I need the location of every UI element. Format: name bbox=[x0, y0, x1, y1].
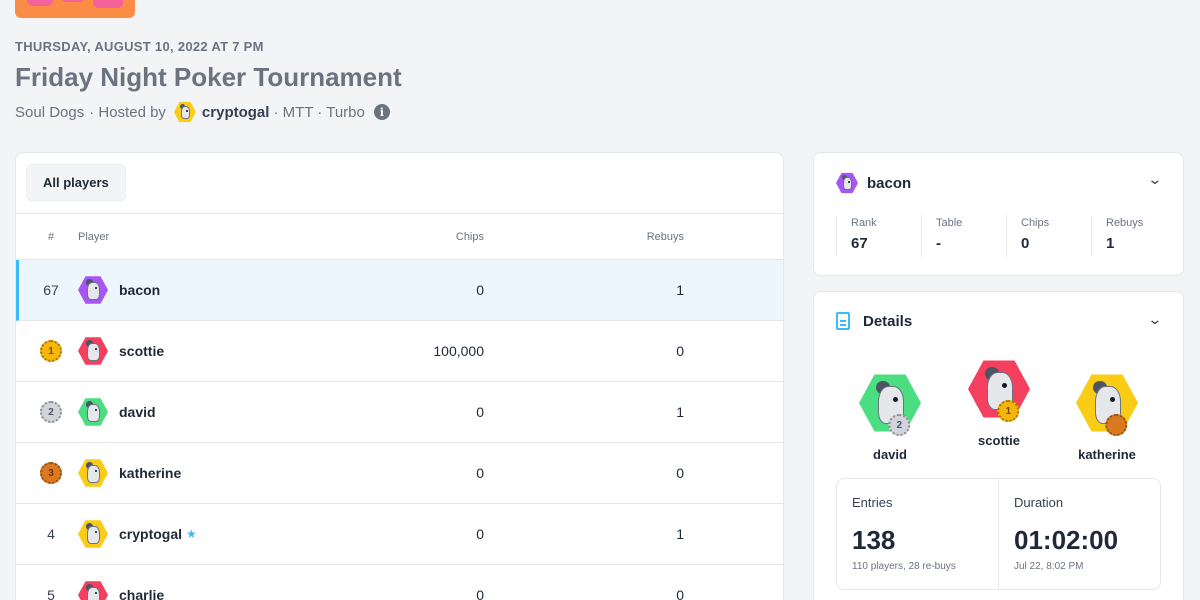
duration-start: Jul 22, 8:02 PM bbox=[1014, 561, 1084, 572]
stat-value: 1 bbox=[1106, 235, 1115, 252]
player-rebuys: 0 bbox=[676, 587, 684, 600]
entries-value: 138 bbox=[852, 525, 896, 555]
player-chips: 0 bbox=[476, 526, 484, 542]
player-stats: Rank 67 Table - Chips 0 Rebuys 1 bbox=[836, 215, 1176, 257]
silver-medal-icon: 2 bbox=[40, 401, 62, 423]
podium-name: scottie bbox=[978, 433, 1020, 448]
entries-breakdown: 110 players, 28 re-buys bbox=[852, 561, 956, 572]
event-date: THURSDAY, AUGUST 10, 2022 AT 7 PM bbox=[15, 39, 264, 54]
player-chips: 0 bbox=[476, 587, 484, 600]
event-banner-image bbox=[15, 0, 135, 18]
podium-name: katherine bbox=[1078, 447, 1136, 462]
table-row[interactable]: 1 scottie 100,000 0 bbox=[16, 321, 783, 382]
host-name[interactable]: cryptogal bbox=[202, 104, 270, 121]
table-row[interactable]: 4 cryptogal ★ 0 1 bbox=[16, 504, 783, 565]
player-name: cryptogal ★ bbox=[119, 504, 197, 564]
host-avatar bbox=[173, 101, 196, 123]
details-card: Details ⌄ 2 david 1 scottie katherine En… bbox=[813, 291, 1184, 600]
selected-player-card: bacon ⌄ Rank 67 Table - Chips 0 Rebuys 1 bbox=[813, 152, 1184, 276]
duration-label: Duration bbox=[1014, 495, 1064, 510]
event-org[interactable]: Soul Dogs bbox=[15, 104, 84, 121]
chevron-down-icon[interactable]: ⌄ bbox=[1148, 311, 1163, 328]
player-rebuys: 1 bbox=[676, 282, 684, 298]
event-title: Friday Night Poker Tournament bbox=[15, 62, 402, 92]
table-header: # Player Chips Rebuys bbox=[16, 213, 783, 260]
header-rank: # bbox=[47, 231, 55, 243]
duration-cell: Duration 01:02:00 Jul 22, 8:02 PM bbox=[998, 479, 1160, 589]
table-row[interactable]: 2 david 0 1 bbox=[16, 382, 783, 443]
stat-label: Chips bbox=[1021, 217, 1050, 229]
row-rank: 67 bbox=[43, 282, 59, 298]
stat-value: 0 bbox=[1021, 235, 1030, 252]
gold-medal-icon: 1 bbox=[997, 400, 1020, 422]
player-rebuys: 0 bbox=[676, 343, 684, 359]
row-rank: 5 bbox=[47, 587, 55, 600]
row-rank: 2 bbox=[16, 382, 86, 442]
details-header[interactable]: Details bbox=[836, 312, 912, 330]
player-chips: 0 bbox=[476, 465, 484, 481]
chevron-down-icon[interactable]: ⌄ bbox=[1148, 171, 1163, 188]
hosted-by-label: · Hosted by bbox=[89, 103, 166, 121]
bronze-medal-icon: 3 bbox=[40, 462, 62, 484]
podium-second-place[interactable]: 2 david bbox=[845, 372, 935, 462]
player-chips: 100,000 bbox=[433, 343, 484, 359]
row-rank: 1 bbox=[16, 321, 86, 381]
event-format: · MTT · Turbo bbox=[273, 103, 365, 121]
header-player: Player bbox=[78, 231, 110, 243]
document-icon bbox=[836, 312, 850, 330]
player-name: david bbox=[119, 404, 156, 420]
info-icon[interactable]: i bbox=[373, 104, 390, 120]
selected-player-avatar bbox=[836, 172, 858, 194]
tab-all-players[interactable]: All players bbox=[26, 164, 126, 201]
tournament-summary: Entries 138 110 players, 28 re-buys Dura… bbox=[836, 478, 1161, 590]
gold-medal-icon: 1 bbox=[40, 340, 62, 362]
stat-label: Table bbox=[936, 217, 963, 229]
stat-table: Table - bbox=[921, 215, 1006, 257]
player-name: katherine bbox=[119, 465, 182, 481]
header-chips[interactable]: Chips bbox=[456, 231, 484, 243]
stat-chips: Chips 0 bbox=[1006, 215, 1091, 257]
stat-label: Rank bbox=[851, 217, 877, 229]
stat-value: 67 bbox=[851, 235, 868, 252]
entries-cell: Entries 138 110 players, 28 re-buys bbox=[837, 479, 998, 589]
table-row[interactable]: 67 bacon 0 1 bbox=[16, 260, 783, 321]
event-subtitle: Soul Dogs · Hosted by cryptogal · MTT · … bbox=[15, 101, 390, 123]
player-name: scottie bbox=[119, 343, 165, 359]
stat-label: Rebuys bbox=[1106, 217, 1144, 229]
player-chips: 0 bbox=[476, 404, 484, 420]
stat-rank: Rank 67 bbox=[836, 215, 921, 257]
star-icon: ★ bbox=[186, 527, 197, 541]
player-name: bacon bbox=[119, 282, 161, 298]
player-rebuys: 1 bbox=[676, 404, 684, 420]
stat-rebuys: Rebuys 1 bbox=[1091, 215, 1176, 257]
bronze-medal-icon bbox=[1105, 414, 1128, 436]
header-rebuys[interactable]: Rebuys bbox=[647, 231, 684, 243]
podium-name: david bbox=[873, 447, 907, 462]
stat-value: - bbox=[936, 235, 941, 252]
details-title: Details bbox=[863, 312, 913, 330]
row-rank: 3 bbox=[16, 443, 86, 503]
duration-value: 01:02:00 bbox=[1014, 525, 1119, 555]
podium-first-place[interactable]: 1 scottie bbox=[954, 358, 1044, 448]
selected-player-header[interactable]: bacon bbox=[836, 172, 911, 194]
podium-third-place[interactable]: katherine bbox=[1062, 372, 1152, 462]
row-rank: 4 bbox=[47, 526, 55, 542]
players-card: All players # Player Chips Rebuys 67 bac… bbox=[15, 152, 784, 600]
player-name-text: cryptogal bbox=[119, 526, 183, 542]
entries-label: Entries bbox=[852, 495, 893, 510]
player-rebuys: 0 bbox=[676, 465, 684, 481]
player-chips: 0 bbox=[476, 282, 484, 298]
table-row[interactable]: 3 katherine 0 0 bbox=[16, 443, 783, 504]
silver-medal-icon: 2 bbox=[888, 414, 911, 436]
table-row[interactable]: 5 charlie 0 0 bbox=[16, 565, 783, 600]
player-name: charlie bbox=[119, 587, 165, 600]
player-rebuys: 1 bbox=[676, 526, 684, 542]
selected-player-name: bacon bbox=[867, 174, 912, 192]
